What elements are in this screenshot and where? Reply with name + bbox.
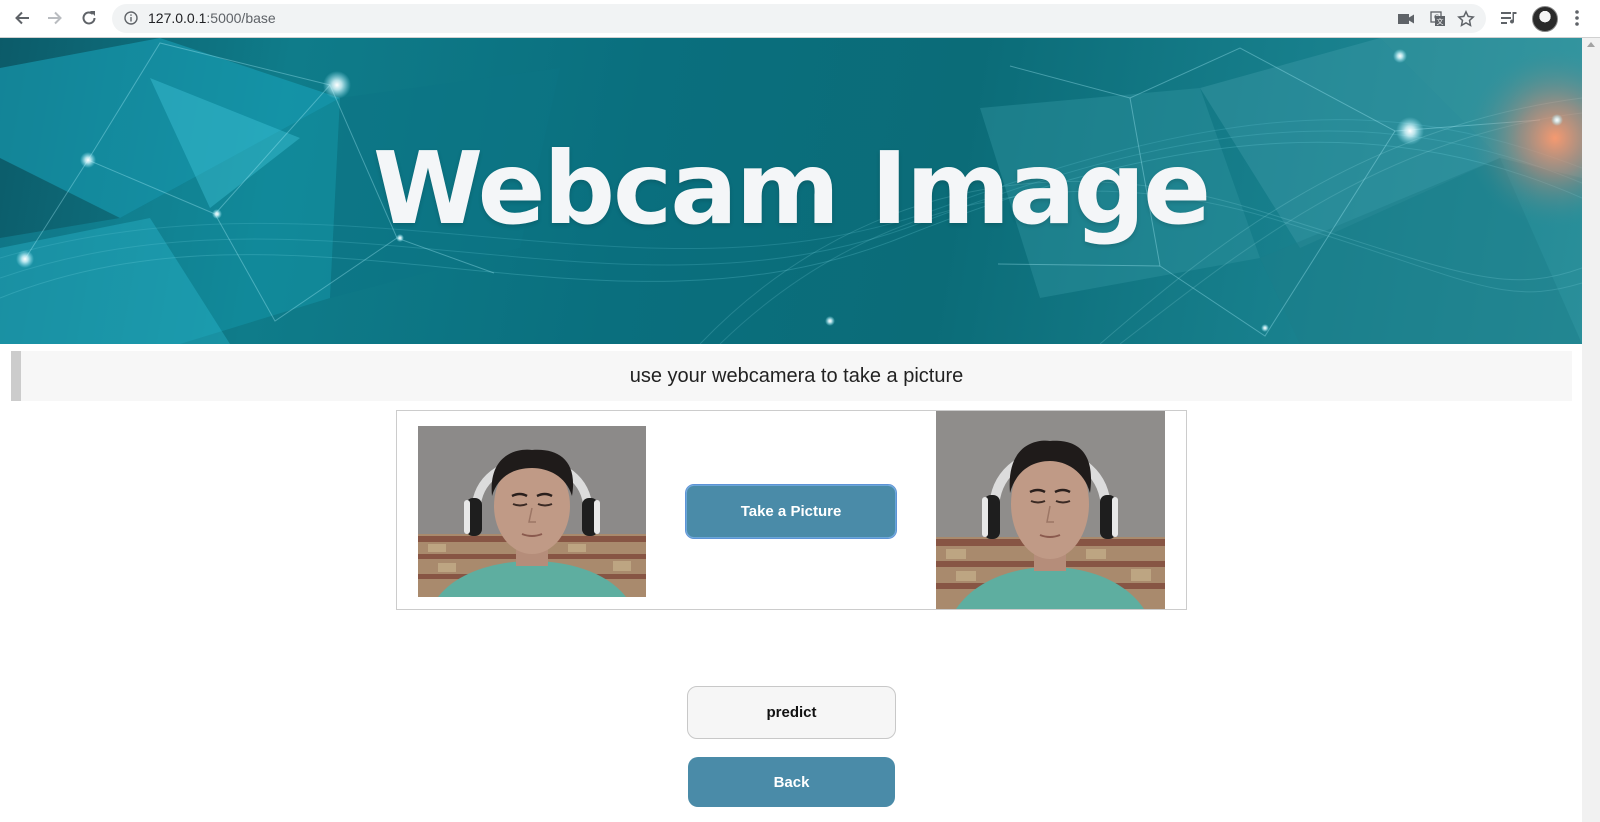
captured-picture: [936, 411, 1165, 609]
info-icon[interactable]: [124, 11, 138, 25]
instructions-text: use your webcamera to take a picture: [629, 365, 964, 387]
back-button[interactable]: Back: [688, 757, 895, 807]
page-title: Webcam Image: [372, 130, 1211, 247]
url-path: :5000/base: [206, 10, 276, 26]
scrollbar-thumb[interactable]: [1584, 54, 1598, 794]
webcam-live-preview: [418, 426, 646, 597]
camera-icon[interactable]: [1396, 9, 1416, 29]
scroll-up-arrow-icon[interactable]: [1587, 42, 1595, 47]
back-arrow-icon[interactable]: [10, 6, 34, 30]
browser-toolbar: 127.0.0.1:5000/base 文G: [0, 0, 1600, 38]
address-bar[interactable]: 127.0.0.1:5000/base 文G: [112, 4, 1486, 33]
vertical-scrollbar[interactable]: [1582, 38, 1600, 822]
menu-dots-icon[interactable]: [1566, 7, 1588, 29]
url-host: 127.0.0.1: [148, 10, 207, 26]
reload-icon[interactable]: [77, 6, 101, 30]
svg-text:G: G: [1434, 14, 1439, 22]
header-banner: Webcam Image: [0, 38, 1582, 344]
take-picture-button[interactable]: Take a Picture: [685, 484, 897, 539]
media-queue-icon[interactable]: [1499, 7, 1521, 29]
star-icon[interactable]: [1456, 9, 1476, 29]
translate-icon[interactable]: 文G: [1428, 9, 1448, 29]
page-content: Webcam Image use your webcamera to take …: [0, 38, 1582, 822]
predict-button[interactable]: predict: [687, 686, 896, 739]
forward-arrow-icon[interactable]: [43, 6, 67, 30]
profile-avatar[interactable]: [1532, 6, 1558, 32]
url-text: 127.0.0.1:5000/base: [148, 10, 276, 26]
instructions-bar: use your webcamera to take a picture: [11, 351, 1572, 401]
